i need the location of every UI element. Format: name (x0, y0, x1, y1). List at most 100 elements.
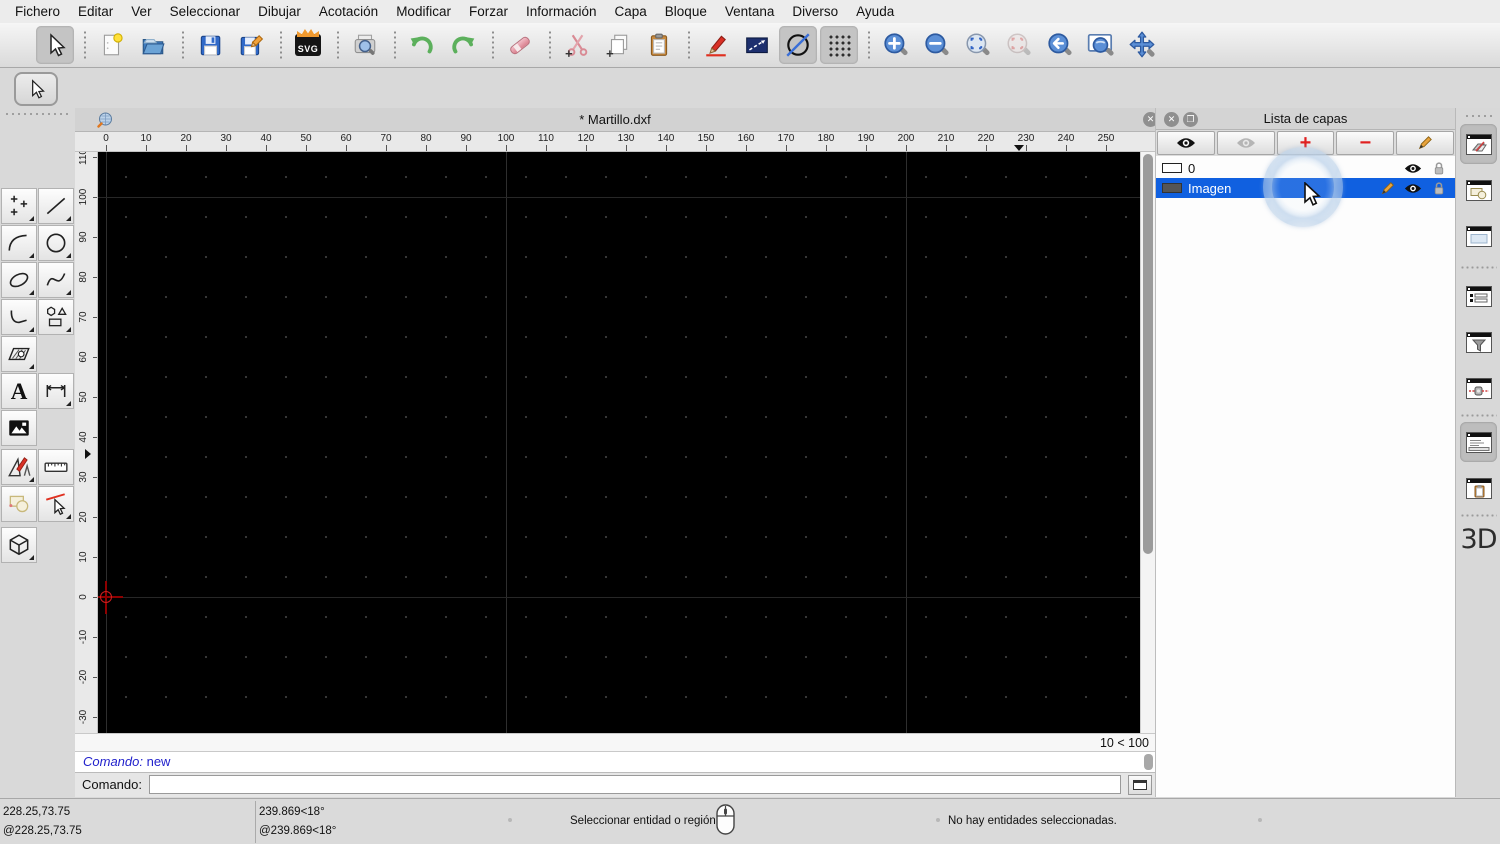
menu-editar[interactable]: Editar (69, 0, 122, 23)
toggle-property-editor-button[interactable] (1460, 276, 1497, 316)
tool-line[interactable] (38, 188, 74, 224)
menu-ayuda[interactable]: Ayuda (847, 0, 903, 23)
svg-badge-label: SVG (297, 44, 319, 54)
toggle-3d-view-button[interactable]: 3D (1460, 524, 1498, 555)
palette-drag-handle[interactable] (4, 112, 70, 116)
auto-zoom-button[interactable] (959, 26, 997, 64)
menu-diverso[interactable]: Diverso (783, 0, 847, 23)
toggle-layer-list-button[interactable] (1460, 124, 1497, 164)
canvas-horizontal-scrollbar[interactable]: 10 < 100 (75, 733, 1155, 752)
property-editor-window-icon (1465, 285, 1492, 307)
ruler-label: 190 (857, 133, 875, 144)
pan-button[interactable] (1123, 26, 1161, 64)
toggle-command-line-button[interactable] (1460, 422, 1497, 462)
open-file-button[interactable] (134, 26, 172, 64)
tool-block[interactable] (1, 486, 37, 522)
ruler-tick (346, 145, 347, 151)
paste-button[interactable] (640, 26, 678, 64)
draw-ellipse-button[interactable] (779, 26, 817, 64)
snap-grid-button[interactable] (820, 26, 858, 64)
tool-hatch[interactable] (1, 336, 37, 372)
tool-circle[interactable] (38, 225, 74, 261)
tool-shape[interactable] (38, 299, 74, 335)
tool-ellipse[interactable] (1, 262, 37, 298)
scrollbar-thumb[interactable] (1143, 154, 1153, 554)
strip-drag-handle[interactable] (1464, 114, 1494, 118)
save-button[interactable] (191, 26, 229, 64)
zoom-window-button[interactable] (1082, 26, 1120, 64)
previous-view-button[interactable] (1041, 26, 1079, 64)
menu-informacion[interactable]: Información (517, 0, 606, 23)
menu-fichero[interactable]: Fichero (6, 0, 69, 23)
erase-button[interactable] (501, 26, 539, 64)
toggle-library-browser-button[interactable] (1460, 216, 1497, 256)
drawing-canvas[interactable] (98, 152, 1140, 733)
canvas-vertical-scrollbar[interactable] (1140, 152, 1155, 733)
tool-arc[interactable] (1, 225, 37, 261)
menu-ventana[interactable]: Ventana (716, 0, 784, 23)
layer-lock-button[interactable] (1429, 161, 1449, 175)
command-input[interactable] (149, 775, 1121, 794)
document-title: * Martillo.dxf (579, 112, 651, 127)
ruler-tick (306, 145, 307, 151)
tool-text[interactable]: A (1, 373, 37, 409)
menu-forzar[interactable]: Forzar (460, 0, 517, 23)
menu-seleccionar[interactable]: Seleccionar (161, 0, 250, 23)
menu-bloque[interactable]: Bloque (656, 0, 716, 23)
clipboard-icon (650, 33, 668, 56)
layer-visibility-button[interactable] (1403, 161, 1423, 175)
red-pencil-icon (706, 35, 726, 57)
command-window-toggle-button[interactable] (1128, 775, 1152, 795)
menu-modificar[interactable]: Modificar (387, 0, 460, 23)
tool-dimension[interactable] (38, 373, 74, 409)
show-all-layers-button[interactable] (1157, 131, 1215, 155)
toggle-block-list-button[interactable] (1460, 170, 1497, 210)
toggle-measurement-tool-button[interactable] (1460, 368, 1497, 408)
draw-freehand-button[interactable] (697, 26, 735, 64)
zoom-selection-button[interactable] (1000, 26, 1038, 64)
tool-modify[interactable] (1, 449, 37, 485)
undo-button[interactable] (403, 26, 441, 64)
toggle-clipboard-panel-button[interactable] (1460, 468, 1497, 508)
menu-ver[interactable]: Ver (122, 0, 160, 23)
save-as-button[interactable] (232, 26, 270, 64)
edit-layer-icon-button[interactable] (1377, 181, 1397, 195)
menu-acotacion[interactable]: Acotación (310, 0, 387, 23)
zoom-fit-icon (966, 33, 990, 56)
menu-capa[interactable]: Capa (606, 0, 656, 23)
edit-layer-button[interactable] (1396, 131, 1454, 155)
ruler-label: 20 (180, 133, 192, 144)
arc-icon (8, 234, 27, 251)
ruler-label: 20 (78, 511, 89, 523)
ellipse-icon (9, 272, 29, 288)
scissors-icon (565, 34, 588, 57)
new-file-button[interactable] (93, 26, 131, 64)
zoom-out-button[interactable] (918, 26, 956, 64)
export-svg-button[interactable]: SVG (289, 26, 327, 64)
layer-lock-button[interactable] (1429, 181, 1449, 195)
redo-button[interactable] (444, 26, 482, 64)
layer-visibility-button[interactable] (1403, 181, 1423, 195)
remove-layer-button[interactable]: − (1336, 131, 1395, 155)
hide-all-layers-button[interactable] (1216, 131, 1275, 155)
select-tool-button[interactable] (36, 26, 74, 64)
ruler-label: 100 (497, 133, 515, 144)
tool-image[interactable] (1, 410, 37, 446)
zoom-in-button[interactable] (877, 26, 915, 64)
history-scrollbar-thumb[interactable] (1144, 754, 1153, 770)
selection-mode-button[interactable] (14, 72, 58, 106)
tool-solid-3d[interactable] (1, 527, 37, 563)
copy-button[interactable] (599, 26, 637, 64)
tool-polyline[interactable] (1, 299, 37, 335)
tool-point[interactable] (1, 188, 37, 224)
selection-status: No hay entidades seleccionadas. (948, 815, 1117, 827)
tool-measure[interactable] (38, 449, 74, 485)
print-preview-button[interactable] (346, 26, 384, 64)
tool-spline[interactable] (38, 262, 74, 298)
cut-button[interactable] (558, 26, 596, 64)
selection-box-button[interactable] (738, 26, 776, 64)
toggle-selection-filter-button[interactable] (1460, 322, 1497, 362)
ruler-label: 100 (78, 188, 89, 206)
menu-dibujar[interactable]: Dibujar (249, 0, 310, 23)
tool-snap[interactable] (38, 486, 74, 522)
